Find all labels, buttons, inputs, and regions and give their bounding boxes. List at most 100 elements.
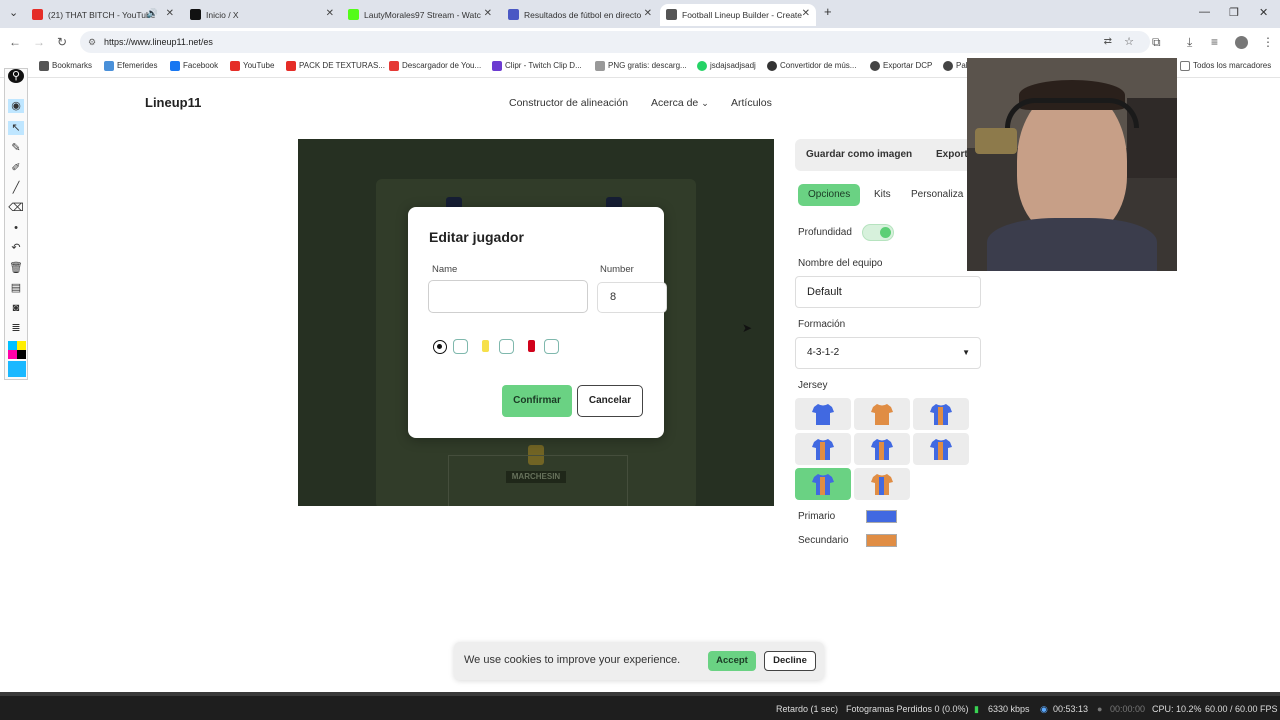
primary-color-picker[interactable] (866, 510, 897, 523)
team-name-input[interactable]: Default (795, 276, 981, 308)
bookmark-item[interactable]: Exportar DCP (870, 61, 932, 71)
dot-icon[interactable]: • (8, 221, 24, 235)
obs-stream-time: 00:53:13 (1053, 704, 1089, 714)
save-as-image-button[interactable]: Guardar como imagen (806, 149, 912, 160)
color-chip-yellow[interactable] (482, 340, 489, 352)
bookmark-item[interactable]: YouTube (230, 61, 274, 71)
highlighter-icon[interactable]: ✐ (8, 161, 24, 175)
accept-cookies-button[interactable]: Accept (708, 651, 756, 671)
number-input[interactable]: 8 (597, 282, 667, 313)
nav-lineup-builder[interactable]: Constructor de alineación (509, 97, 628, 109)
url-field[interactable]: ⚙ https://www.lineup11.net/es ⇄ ☆ (80, 31, 1150, 53)
jersey-option[interactable] (854, 398, 910, 430)
color-option-yellow[interactable] (499, 339, 514, 354)
all-bookmarks[interactable]: Todos los marcadores (1180, 61, 1271, 71)
tab-x[interactable]: Inicio / X ✕ (184, 4, 340, 26)
jersey-option[interactable] (795, 468, 851, 500)
tab-options[interactable]: Opciones (798, 184, 861, 206)
minimize-icon[interactable]: — (1199, 6, 1210, 18)
restore-icon[interactable]: ❐ (1229, 6, 1239, 19)
confirm-button[interactable]: Confirmar (502, 385, 572, 417)
forward-icon[interactable]: → (33, 35, 45, 49)
jersey-option[interactable] (913, 398, 969, 430)
bookmark-item[interactable]: Efemerides (104, 61, 157, 71)
close-icon[interactable]: ✕ (326, 8, 334, 19)
jersey-option[interactable] (913, 433, 969, 465)
speaker-icon[interactable]: 🔊 (147, 8, 158, 19)
nav-articles[interactable]: Artículos (731, 97, 772, 109)
tab-customize[interactable]: Personaliza (911, 184, 967, 206)
jersey-option[interactable] (854, 433, 910, 465)
tab-results[interactable]: Resultados de fútbol en directo ✕ (502, 4, 658, 26)
close-icon[interactable]: ✕ (802, 8, 810, 19)
close-icon[interactable]: ✕ (644, 8, 652, 19)
active-color-swatch[interactable] (8, 361, 26, 377)
chevron-down-icon: ⌄ (701, 98, 709, 108)
tab-lineup-builder[interactable]: Football Lineup Builder - Create ✕ (660, 4, 816, 26)
site-info-icon[interactable]: ⚙ (88, 31, 96, 53)
cancel-button[interactable]: Cancelar (577, 385, 643, 417)
bookmark-item[interactable]: Pal (943, 61, 968, 71)
site-logo[interactable]: Lineup11 (145, 95, 201, 110)
extensions-icon[interactable]: ⧉ (1152, 35, 1161, 50)
color-palette-icon[interactable] (8, 341, 26, 359)
bookmark-item[interactable]: Convertidor de mús... (767, 61, 856, 71)
trash-icon[interactable]: 🗑 (8, 261, 24, 275)
bookmark-item[interactable]: Clipr - Twitch Clip D... (492, 61, 582, 71)
bookmark-item[interactable]: Bookmarks (39, 61, 92, 71)
tab-youtube[interactable]: (21) THAT BITCH - YouTube 🔊 ✕ (26, 4, 180, 26)
secondary-color-picker[interactable] (866, 534, 897, 547)
eraser-icon[interactable]: ⌫ (8, 201, 24, 215)
team-name-label: Nombre del equipo (798, 258, 883, 269)
color-chip-red[interactable] (528, 340, 535, 352)
window-close-icon[interactable]: ✕ (1259, 6, 1268, 19)
signal-bars-icon: ▮ (974, 704, 979, 714)
lineup-site-icon (666, 9, 677, 20)
whatsapp-icon (697, 61, 707, 71)
bookmark-item[interactable]: Descargador de You... (389, 61, 481, 71)
close-icon[interactable]: ✕ (484, 8, 492, 19)
radio-selected-icon[interactable] (433, 340, 447, 354)
profile-avatar-icon[interactable] (1235, 36, 1248, 49)
jersey-option[interactable] (795, 398, 851, 430)
bookmark-item[interactable]: Facebook (170, 61, 219, 71)
line-icon[interactable]: ╱ (8, 181, 24, 195)
pen-icon[interactable]: ✎ (8, 141, 24, 155)
notes-icon[interactable]: ≣ (8, 321, 24, 335)
jersey-option[interactable] (795, 433, 851, 465)
reload-icon[interactable]: ↻ (57, 35, 67, 49)
download-icon[interactable]: ⤓ (1187, 35, 1192, 50)
color-option-red[interactable] (544, 339, 559, 354)
tab-label: Football Lineup Builder - Create (682, 10, 803, 20)
cursor-icon[interactable]: ↖ (8, 121, 24, 135)
back-icon[interactable]: ← (9, 35, 21, 49)
formation-select[interactable]: 4-3-1-2 ▼ (795, 337, 981, 369)
media-control-icon[interactable]: ≡ (1211, 35, 1218, 49)
tab-label: Resultados de fútbol en directo (524, 10, 642, 20)
star-icon[interactable]: ☆ (1124, 31, 1134, 53)
tab-kits[interactable]: Kits (874, 184, 891, 206)
name-input[interactable] (428, 280, 588, 313)
jersey-option[interactable] (854, 468, 910, 500)
bookmark-label: Facebook (183, 61, 219, 70)
png-icon (595, 61, 605, 71)
depth-toggle[interactable] (862, 224, 894, 241)
bookmark-item[interactable]: jsdajsadjsadj (697, 61, 756, 71)
obs-fps: 60.00 / 60.00 FPS (1205, 704, 1278, 714)
decline-cookies-button[interactable]: Decline (764, 651, 816, 671)
menu-kebab-icon[interactable]: ⋮ (1262, 35, 1274, 49)
bookmark-item[interactable]: PNG gratis: descarg... (595, 61, 687, 71)
color-option-white[interactable] (453, 339, 468, 354)
translate-icon[interactable]: ⇄ (1104, 31, 1112, 53)
converter-icon (767, 61, 777, 71)
tab-kick[interactable]: LautyMorales97 Stream - Watc ✕ (342, 4, 498, 26)
bookmark-item[interactable]: PACK DE TEXTURAS... (286, 61, 385, 71)
close-icon[interactable]: ✕ (166, 8, 174, 19)
tab-list-chevron-icon[interactable]: ⌄ (9, 6, 18, 19)
eye-icon[interactable]: ◉ (8, 99, 24, 113)
undo-icon[interactable]: ↶ (8, 241, 24, 255)
board-icon[interactable]: ▤ (8, 281, 24, 295)
new-tab-icon[interactable]: + (824, 4, 832, 19)
camera-icon[interactable]: ◙ (8, 301, 24, 315)
nav-about[interactable]: Acerca de ⌄ (651, 97, 709, 109)
